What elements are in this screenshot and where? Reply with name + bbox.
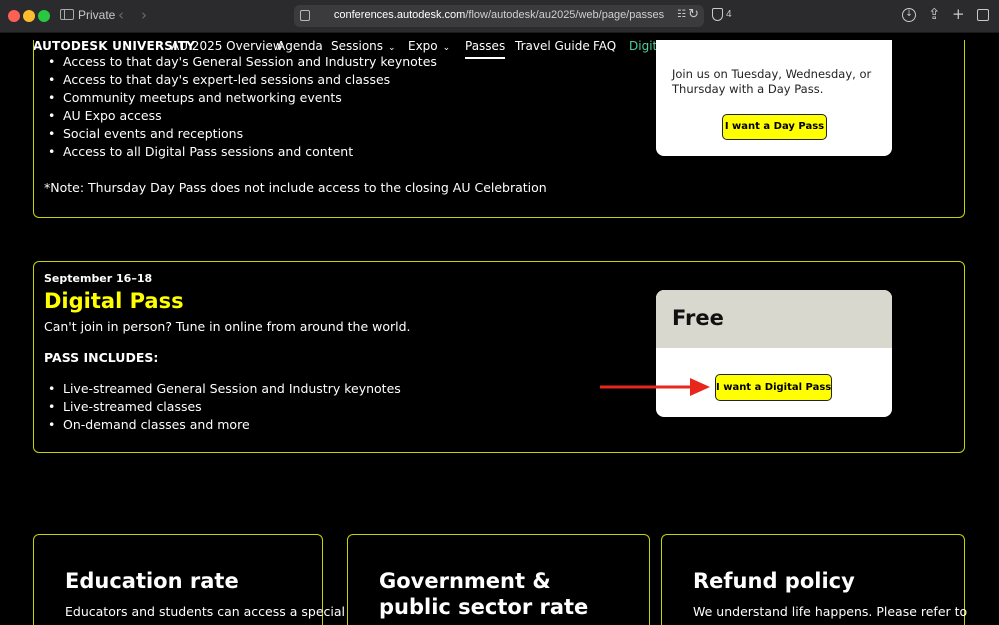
- translate-icon[interactable]: ☷: [677, 9, 686, 20]
- digital-pass-title: Digital Pass: [44, 289, 184, 313]
- reload-icon[interactable]: ↻: [688, 7, 699, 22]
- browser-toolbar: Private ‹ › conferences.autodesk.com/flo…: [0, 0, 999, 33]
- url-text: conferences.autodesk.com/flow/autodesk/a…: [294, 9, 704, 21]
- red-arrow-icon: [600, 378, 710, 396]
- refund-policy-text: We understand life happens. Please refer…: [693, 604, 968, 619]
- tab-overview-icon[interactable]: [977, 9, 989, 21]
- share-icon[interactable]: ⇪: [928, 5, 941, 23]
- address-bar[interactable]: conferences.autodesk.com/flow/autodesk/a…: [294, 5, 704, 27]
- back-arrow-icon[interactable]: ‹: [118, 6, 124, 24]
- digital-pass-dates: September 16–18: [44, 272, 153, 285]
- price-header: Free: [656, 290, 892, 348]
- list-item: Live-streamed classes: [44, 398, 401, 416]
- education-rate-text: Educators and students can access a spec…: [65, 604, 345, 619]
- shield-icon[interactable]: [712, 8, 723, 21]
- list-item: Access to all Digital Pass sessions and …: [44, 143, 437, 161]
- private-label: Private: [78, 8, 116, 22]
- list-item: Access to that day's expert-led sessions…: [44, 71, 437, 89]
- refund-policy-card: Refund policy We understand life happens…: [661, 534, 968, 625]
- shield-count: 4: [726, 9, 732, 20]
- day-pass-benefits-list: Access to that day's General Session and…: [44, 53, 437, 161]
- government-rate-title: Government & public sector rate: [379, 569, 589, 619]
- sidebar-icon[interactable]: [60, 9, 74, 20]
- download-icon[interactable]: ↓: [902, 8, 916, 22]
- refund-policy-title: Refund policy: [693, 569, 855, 593]
- new-tab-icon[interactable]: +: [952, 5, 965, 23]
- list-item: Live-streamed General Session and Indust…: [44, 380, 401, 398]
- url-path: /flow/autodesk/au2025/web/page/passes: [465, 9, 665, 21]
- day-pass-card-text: Join us on Tuesday, Wednesday, or Thursd…: [672, 67, 872, 96]
- list-item: AU Expo access: [44, 107, 437, 125]
- list-item: Access to that day's General Session and…: [44, 53, 437, 71]
- day-pass-note: *Note: Thursday Day Pass does not includ…: [44, 180, 547, 195]
- close-window-button[interactable]: [8, 10, 20, 22]
- forward-arrow-icon[interactable]: ›: [141, 6, 147, 24]
- day-pass-button[interactable]: I want a Day Pass: [722, 114, 827, 140]
- education-rate-card: Education rate Educators and students ca…: [33, 534, 345, 625]
- digital-pass-subtitle: Can't join in person? Tune in online fro…: [44, 319, 411, 334]
- zoom-window-button[interactable]: [38, 10, 50, 22]
- list-item: Social events and receptions: [44, 125, 437, 143]
- price-label: Free: [672, 306, 724, 330]
- day-pass-price-card: Join us on Tuesday, Wednesday, or Thursd…: [656, 40, 892, 156]
- government-rate-card: Government & public sector rate: [347, 534, 650, 625]
- minimize-window-button[interactable]: [23, 10, 35, 22]
- digital-pass-button[interactable]: I want a Digital Pass: [715, 374, 832, 401]
- list-item: Community meetups and networking events: [44, 89, 437, 107]
- digital-pass-price-card: Free I want a Digital Pass: [656, 290, 892, 417]
- education-rate-title: Education rate: [65, 569, 239, 593]
- pass-includes-heading: PASS INCLUDES:: [44, 350, 159, 365]
- digital-pass-benefits-list: Live-streamed General Session and Indust…: [44, 380, 401, 434]
- list-item: On-demand classes and more: [44, 416, 401, 434]
- url-domain: conferences.autodesk.com: [333, 9, 466, 21]
